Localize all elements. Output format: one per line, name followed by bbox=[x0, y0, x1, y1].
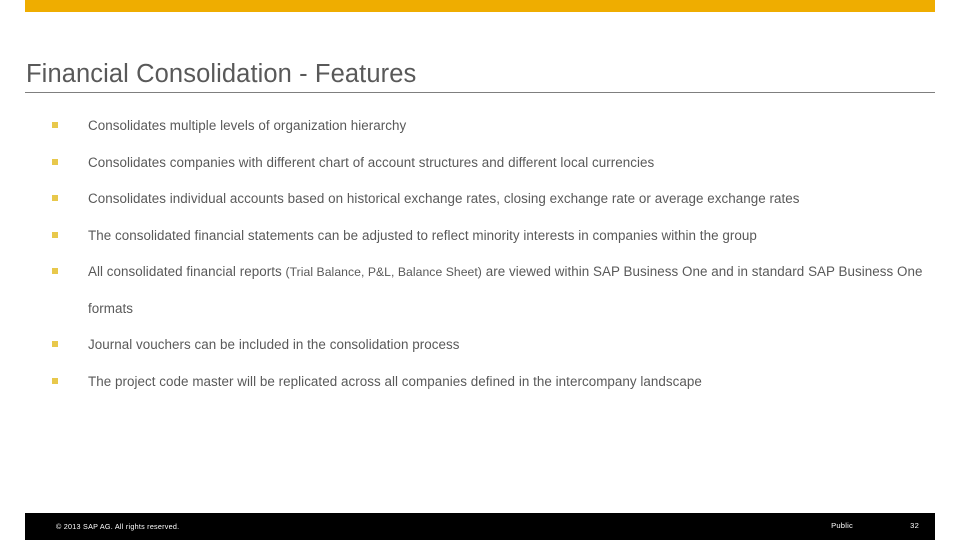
list-item-label: Journal vouchers can be included in the … bbox=[88, 337, 460, 352]
list-item: Consolidates multiple levels of organiza… bbox=[25, 108, 935, 145]
list-item-label: Consolidates individual accounts based o… bbox=[88, 191, 800, 206]
list-item: Journal vouchers can be included in the … bbox=[25, 327, 935, 364]
title-divider bbox=[25, 92, 935, 93]
square-bullet-icon bbox=[52, 195, 58, 201]
list-item: All consolidated financial reports (Tria… bbox=[25, 254, 935, 327]
list-item-label: All consolidated financial reports (Tria… bbox=[88, 254, 935, 327]
slide-footer: © 2013 SAP AG. All rights reserved. Publ… bbox=[25, 513, 935, 540]
list-item: Consolidates individual accounts based o… bbox=[25, 181, 935, 218]
list-item-label: The consolidated financial statements ca… bbox=[88, 227, 757, 243]
footer-classification-label: Public bbox=[831, 521, 853, 530]
bullet-list: Consolidates multiple levels of organiza… bbox=[25, 108, 935, 400]
square-bullet-icon bbox=[52, 231, 58, 238]
list-item: The consolidated financial statements ca… bbox=[25, 218, 935, 255]
footer-page-number: 32 bbox=[910, 521, 919, 530]
square-bullet-icon bbox=[52, 377, 58, 384]
list-item-label-parenthetical: (Trial Balance, P&L, Balance Sheet) bbox=[285, 265, 482, 279]
page-title: Financial Consolidation - Features bbox=[26, 60, 417, 89]
square-bullet-icon bbox=[52, 122, 58, 128]
list-item-label: The project code master will be replicat… bbox=[88, 373, 702, 389]
list-item: Consolidates companies with different ch… bbox=[25, 145, 935, 182]
square-bullet-icon bbox=[52, 158, 58, 165]
list-item-label: Consolidates multiple levels of organiza… bbox=[88, 118, 407, 133]
slide-canvas: Financial Consolidation - Features Conso… bbox=[0, 0, 960, 540]
square-bullet-icon bbox=[52, 341, 58, 347]
list-item-label: Consolidates companies with different ch… bbox=[88, 154, 655, 170]
square-bullet-icon bbox=[52, 268, 58, 274]
list-item: The project code master will be replicat… bbox=[25, 364, 935, 401]
list-item-label-before: All consolidated financial reports bbox=[88, 264, 286, 279]
footer-copyright: © 2013 SAP AG. All rights reserved. bbox=[56, 522, 180, 531]
top-accent-bar bbox=[25, 0, 935, 12]
